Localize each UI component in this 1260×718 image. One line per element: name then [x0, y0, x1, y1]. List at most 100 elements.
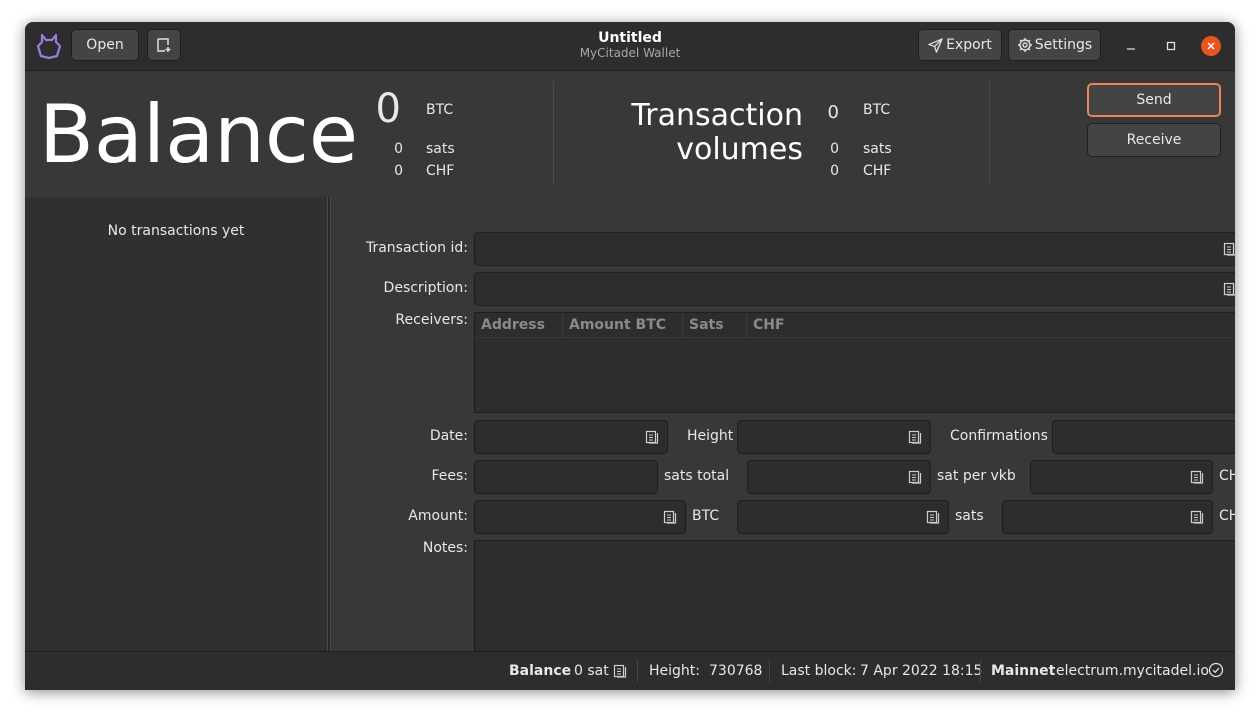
status-separator	[637, 660, 638, 682]
minimize-button[interactable]	[1121, 36, 1141, 56]
volumes-sats-value: 0	[830, 141, 839, 157]
balance-btc-value: 0	[375, 86, 401, 132]
volumes-heading: Transaction volumes	[585, 99, 803, 167]
header-bar: Open Untitled MyCitadel Wallet Export Se…	[25, 22, 1235, 71]
empty-list-message: No transactions yet	[107, 223, 245, 239]
description-field[interactable]	[474, 272, 1235, 306]
receivers-label: Receivers:	[395, 312, 468, 328]
citadel-logo-icon	[36, 33, 62, 60]
amount-btc-field[interactable]	[474, 500, 686, 534]
status-balance-value: 0 sat	[574, 663, 609, 679]
notes-field[interactable]	[474, 540, 1235, 660]
volumes-fiat-value: 0	[830, 163, 839, 179]
notes-label: Notes:	[422, 540, 468, 556]
new-document-icon	[157, 38, 171, 52]
height-label: Height	[687, 428, 734, 444]
txid-label: Transaction id:	[365, 240, 468, 256]
app-window: Open Untitled MyCitadel Wallet Export Se…	[25, 22, 1235, 690]
status-separator	[769, 660, 770, 682]
column-header-address[interactable]: Address	[475, 313, 563, 337]
copy-icon[interactable]	[908, 470, 922, 484]
status-height-value: 730768	[709, 663, 763, 679]
status-last-block-label: Last block:	[781, 663, 857, 679]
copy-icon[interactable]	[1190, 470, 1204, 484]
close-button[interactable]	[1201, 36, 1221, 56]
open-button[interactable]: Open	[71, 29, 139, 61]
copy-icon[interactable]	[645, 430, 659, 444]
close-icon	[1207, 42, 1215, 50]
txid-field[interactable]	[474, 232, 1235, 266]
balance-sats-value: 0	[394, 141, 403, 157]
export-button-label: Export	[946, 37, 992, 53]
fees-chf-field[interactable]	[1030, 460, 1213, 494]
amount-chf-field[interactable]	[1002, 500, 1213, 534]
fees-chf-unit: CHF	[1219, 468, 1235, 484]
status-balance-label: Balance	[509, 663, 572, 679]
volumes-divider	[989, 81, 990, 185]
settings-button-label: Settings	[1034, 37, 1093, 53]
copy-icon[interactable]	[1223, 282, 1235, 296]
status-last-block-value: 7 Apr 2022 18:15	[860, 663, 983, 679]
balance-fiat-value: 0	[394, 163, 403, 179]
balance-sats-unit: sats	[426, 141, 455, 157]
copy-icon[interactable]	[1190, 510, 1204, 524]
copy-icon[interactable]	[663, 510, 677, 524]
volumes-heading-line1: Transaction	[631, 98, 803, 133]
copy-icon[interactable]	[613, 664, 627, 678]
copy-icon[interactable]	[926, 510, 940, 524]
height-field[interactable]	[737, 420, 931, 454]
balance-heading: Balance	[39, 88, 359, 181]
transaction-details: Transaction id: Description: Receivers: …	[331, 197, 1235, 660]
amount-sats-unit: sats	[955, 508, 984, 524]
volumes-btc-value: 0	[827, 102, 839, 123]
open-button-label: Open	[86, 37, 124, 53]
receivers-header: Address Amount BTC Sats CHF	[475, 313, 1235, 338]
amount-sats-field[interactable]	[737, 500, 949, 534]
status-separator	[980, 660, 981, 682]
balance-btc-unit: BTC	[426, 102, 454, 118]
copy-icon[interactable]	[1223, 242, 1235, 256]
fees-label: Fees:	[431, 468, 468, 484]
gear-icon	[1017, 38, 1032, 52]
confirmations-label: Confirmations	[950, 428, 1048, 444]
confirmations-field[interactable]	[1052, 420, 1235, 454]
receive-button-label: Receive	[1126, 132, 1182, 148]
maximize-button[interactable]	[1161, 36, 1181, 56]
new-wallet-button[interactable]	[147, 29, 181, 61]
description-label: Description:	[383, 280, 468, 296]
settings-button[interactable]: Settings	[1008, 29, 1101, 61]
status-network-label: Mainnet	[991, 663, 1056, 679]
minimize-icon	[1127, 48, 1135, 50]
status-server: electrum.mycitadel.io	[1056, 663, 1209, 679]
volumes-fiat-unit: CHF	[863, 163, 892, 179]
send-button-label: Send	[1136, 92, 1172, 108]
column-header-amount-btc[interactable]: Amount BTC	[563, 313, 683, 337]
fees-sat-per-vkb-field[interactable]	[747, 460, 931, 494]
balance-divider	[553, 81, 554, 185]
column-header-sats[interactable]: Sats	[683, 313, 747, 337]
amount-label: Amount:	[408, 508, 468, 524]
transaction-list[interactable]: No transactions yet	[25, 197, 327, 651]
fees-sats-total-unit: sats total	[664, 468, 730, 484]
volumes-sats-unit: sats	[863, 141, 892, 157]
copy-icon[interactable]	[908, 430, 922, 444]
receivers-table[interactable]: Address Amount BTC Sats CHF	[474, 312, 1235, 413]
status-bar: Balance 0 sat Height: 730768 Last block:…	[25, 651, 1235, 690]
receive-button[interactable]: Receive	[1087, 123, 1221, 157]
volumes-heading-line2: volumes	[676, 132, 803, 167]
date-label: Date:	[429, 428, 468, 444]
maximize-icon	[1166, 41, 1176, 51]
status-height-label: Height:	[649, 663, 700, 679]
column-header-chf[interactable]: CHF	[747, 313, 807, 337]
fees-sat-per-vkb-unit: sat per vkb	[937, 468, 1016, 484]
balance-fiat-unit: CHF	[426, 163, 455, 179]
check-circle-icon	[1208, 662, 1224, 678]
balance-panel: Balance 0 BTC 0 sats 0 CHF Transaction v…	[25, 71, 1235, 197]
volumes-btc-unit: BTC	[863, 102, 891, 118]
send-button[interactable]: Send	[1087, 83, 1221, 117]
date-field[interactable]	[474, 420, 668, 454]
amount-chf-unit: CHF	[1219, 508, 1235, 524]
fees-sats-total-field[interactable]	[474, 460, 658, 494]
export-button[interactable]: Export	[918, 29, 1002, 61]
send-arrow-icon	[928, 37, 943, 53]
